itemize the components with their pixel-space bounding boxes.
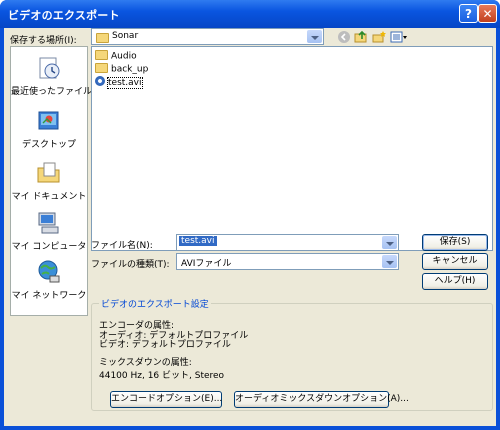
place-label: 最近使ったファイル xyxy=(11,87,93,97)
place-recent[interactable]: 最近使ったファイル xyxy=(11,55,93,97)
filename-label: ファイル名(N): xyxy=(91,241,153,251)
save-location-dropdown[interactable]: Sonar xyxy=(91,28,324,45)
file-name: back_up xyxy=(111,64,149,75)
save-location-value: Sonar xyxy=(112,31,139,41)
place-label: マイ ドキュメント xyxy=(11,192,87,202)
chevron-down-icon xyxy=(307,30,322,43)
my-network-icon xyxy=(36,259,62,285)
up-folder-icon[interactable] xyxy=(354,30,368,44)
recent-documents-icon xyxy=(36,55,62,81)
help-button[interactable]: ヘルプ(H) xyxy=(422,273,488,290)
help-title-button[interactable]: ? xyxy=(459,4,478,23)
avi-file-icon xyxy=(95,76,105,86)
filename-input[interactable]: test.avi xyxy=(176,234,399,251)
group-title: ビデオのエクスポート設定 xyxy=(99,297,211,310)
my-computer-icon xyxy=(36,210,62,236)
folder-icon xyxy=(96,33,109,43)
dialog-window: ビデオのエクスポート ? ✕ 保存する場所(I): Sonar 最近使ったファイ… xyxy=(0,0,500,430)
place-label: マイ コンピュータ xyxy=(11,242,87,252)
encode-options-button[interactable]: エンコードオプション(E)... xyxy=(110,391,222,408)
desktop-icon xyxy=(36,108,62,134)
place-my-computer[interactable]: マイ コンピュータ xyxy=(11,210,87,252)
chevron-down-icon xyxy=(382,255,397,268)
file-name: test.avi xyxy=(107,76,143,89)
places-bar: 最近使ったファイル デスクトップ マイ ドキュメント マイ コンピュータ マイ … xyxy=(10,46,93,316)
new-folder-icon[interactable] xyxy=(372,30,386,44)
place-my-network[interactable]: マイ ネットワーク xyxy=(11,259,87,301)
filetype-label: ファイルの種類(T): xyxy=(91,260,170,270)
chevron-down-icon xyxy=(382,236,397,249)
mixdown-value: 44100 Hz, 16 ビット, Stereo xyxy=(99,371,225,381)
close-button[interactable]: ✕ xyxy=(478,4,497,23)
list-item[interactable]: test.avi xyxy=(95,76,143,89)
video-profile-text: ビデオ: デフォルトプロファイル xyxy=(99,340,231,350)
dialog-body: 保存する場所(I): Sonar 最近使ったファイル デスクトップ マイ ドキュ… xyxy=(4,28,496,426)
list-item[interactable]: Audio xyxy=(95,50,137,63)
file-list[interactable]: Audio back_up test.avi xyxy=(91,46,493,251)
place-desktop[interactable]: デスクトップ xyxy=(11,108,87,150)
save-button[interactable]: 保存(S) xyxy=(422,234,488,251)
cancel-button[interactable]: キャンセル xyxy=(422,253,488,270)
folder-icon xyxy=(95,63,108,73)
view-menu-icon[interactable] xyxy=(390,30,408,44)
list-item[interactable]: back_up xyxy=(95,63,149,76)
title-bar: ビデオのエクスポート ? ✕ xyxy=(0,0,500,28)
my-documents-icon xyxy=(36,160,62,186)
file-name: Audio xyxy=(111,51,137,62)
mixdown-heading: ミックスダウンの属性: xyxy=(99,358,192,368)
filetype-dropdown[interactable]: AVIファイル xyxy=(176,253,399,270)
back-icon[interactable] xyxy=(337,30,351,44)
audio-mixdown-options-button[interactable]: オーディオミックスダウンオプション(A)... xyxy=(234,391,409,408)
place-label: マイ ネットワーク xyxy=(11,291,87,301)
place-label: デスクトップ xyxy=(21,140,76,150)
filetype-value: AVIファイル xyxy=(181,259,232,269)
place-my-documents[interactable]: マイ ドキュメント xyxy=(11,160,87,202)
export-settings-group: ビデオのエクスポート設定 エンコーダの属性: オーディオ: デフォルトプロファイ… xyxy=(91,297,493,411)
window-title: ビデオのエクスポート xyxy=(8,9,120,22)
save-location-label: 保存する場所(I): xyxy=(10,36,77,46)
folder-icon xyxy=(95,50,108,60)
filename-value: test.avi xyxy=(179,236,217,246)
